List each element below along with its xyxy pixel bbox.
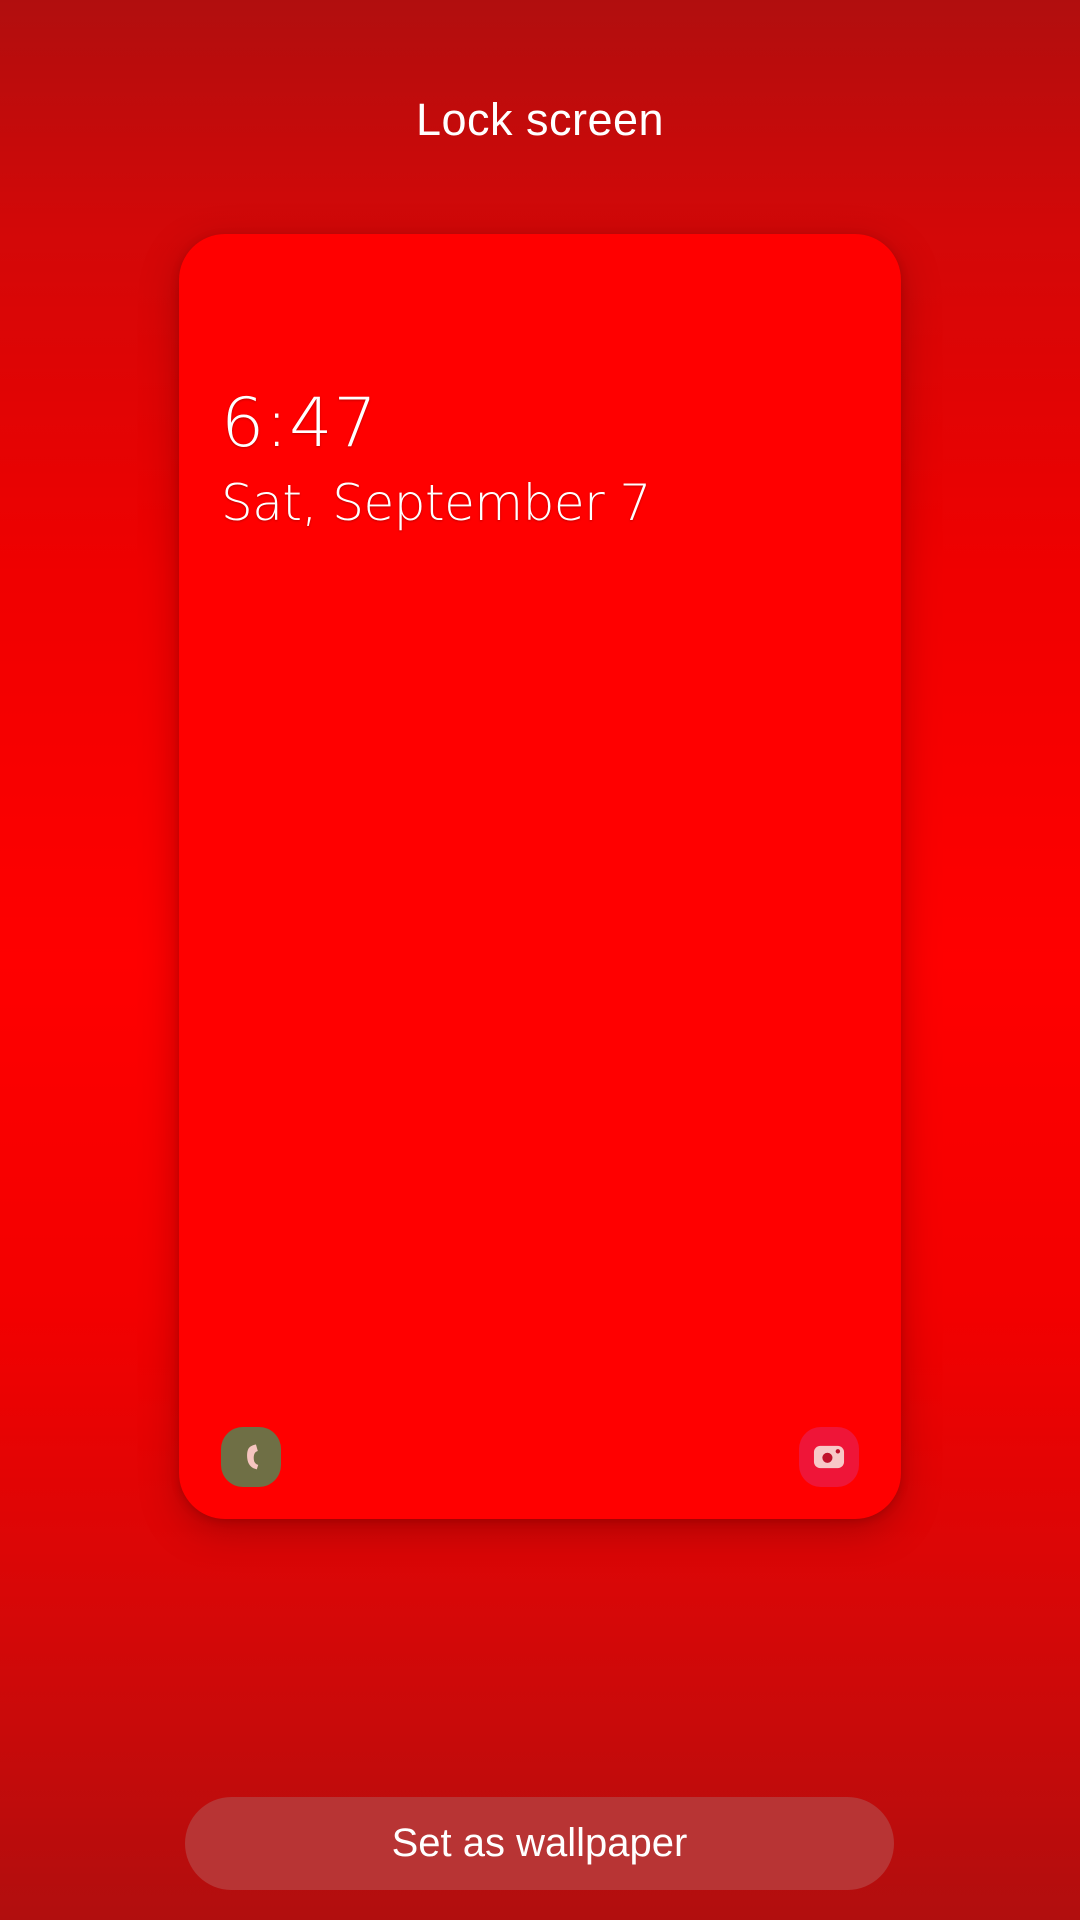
camera-icon — [813, 1445, 845, 1469]
lock-screen-clock: 6:47 — [221, 384, 378, 463]
lock-screen-date: Sat, September 7 — [221, 474, 651, 532]
camera-shortcut[interactable] — [799, 1427, 859, 1487]
set-as-wallpaper-button[interactable]: Set as wallpaper — [185, 1797, 894, 1890]
phone-shortcut[interactable] — [221, 1427, 281, 1487]
phone-icon — [247, 1444, 259, 1470]
page-title: Lock screen — [415, 94, 665, 145]
lock-screen-preview: 6:47 Sat, September 7 — [179, 234, 901, 1519]
